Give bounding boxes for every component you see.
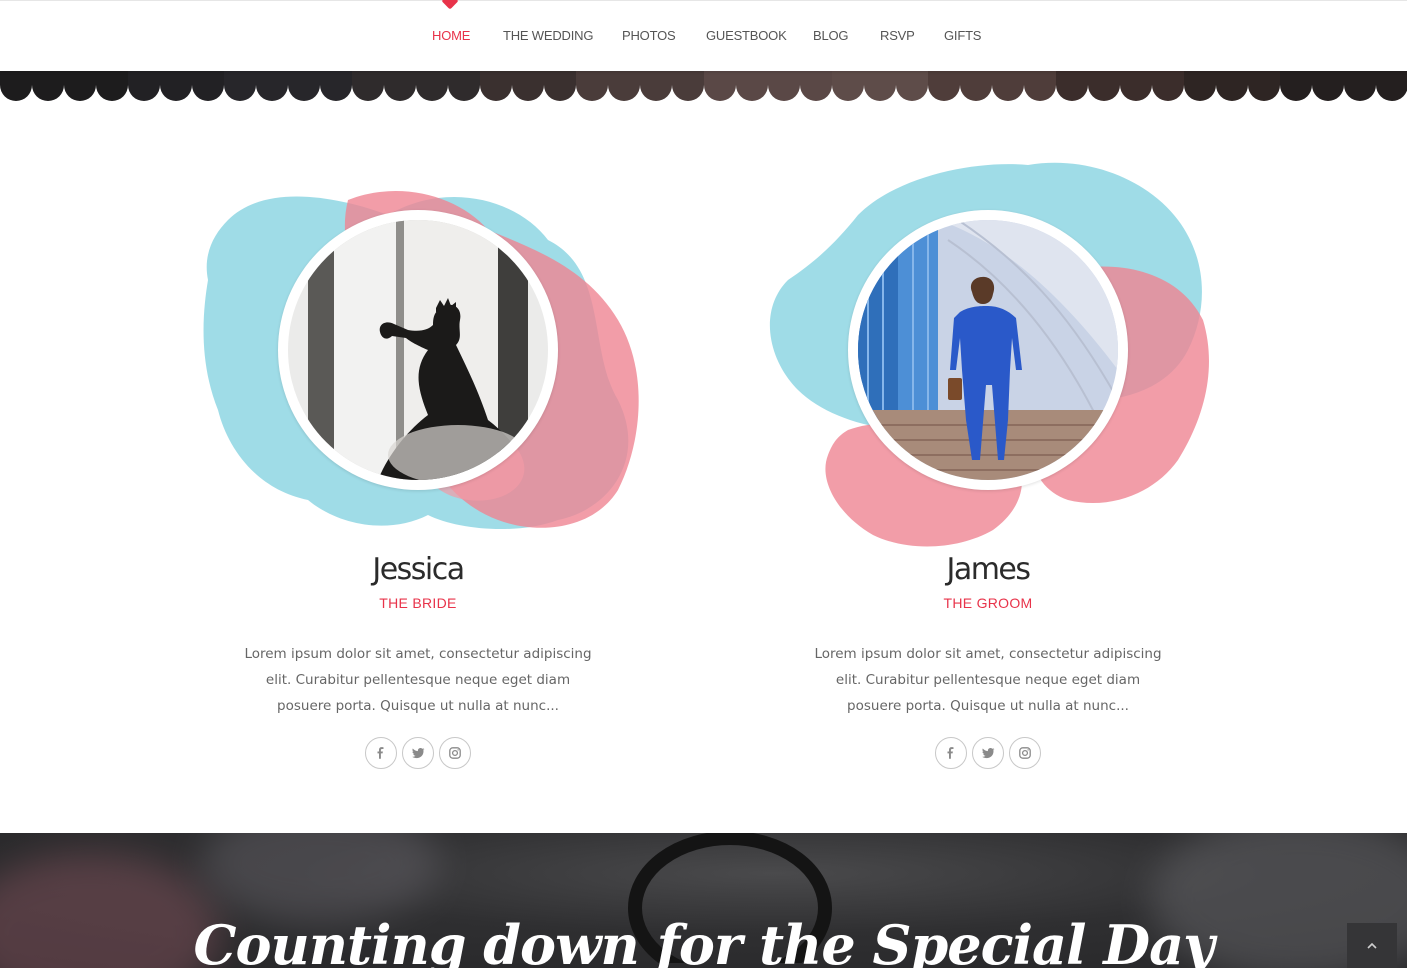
bride-photo-frame: [278, 210, 558, 490]
bride-social-links: [188, 737, 648, 769]
nav-photos[interactable]: PHOTOS: [622, 28, 676, 43]
nav-the-wedding[interactable]: THE WEDDING: [503, 28, 593, 43]
twitter-icon: [411, 747, 424, 759]
nav-guestbook[interactable]: GUESTBOOK: [706, 28, 787, 43]
twitter-button[interactable]: [402, 737, 434, 769]
main-menu: HOME THE WEDDING PHOTOS GUESTBOOK BLOG R…: [0, 1, 1407, 72]
nav-blog[interactable]: BLOG: [813, 28, 849, 43]
countdown-section: Counting down for the Special Day: [0, 833, 1407, 968]
bride-role: THE BRIDE: [379, 595, 457, 611]
twitter-button[interactable]: [972, 737, 1004, 769]
bride-name: Jessica: [372, 552, 465, 587]
main-navbar: HOME THE WEDDING PHOTOS GUESTBOOK BLOG R…: [0, 0, 1407, 71]
instagram-icon: [1019, 747, 1031, 759]
groom-photo-frame: [848, 210, 1128, 490]
groom-social-links: [758, 737, 1218, 769]
chevron-up-icon: [1367, 942, 1377, 949]
nav-home[interactable]: HOME: [432, 28, 470, 43]
facebook-button[interactable]: [935, 737, 967, 769]
back-to-top-button[interactable]: [1347, 923, 1397, 968]
nav-gifts[interactable]: GIFTS: [944, 28, 981, 43]
groom-name: James: [946, 552, 1031, 587]
bride-photo: [288, 220, 548, 480]
scalloped-border: [0, 71, 1407, 105]
twitter-icon: [981, 747, 994, 759]
facebook-icon: [947, 747, 954, 759]
facebook-button[interactable]: [365, 737, 397, 769]
countdown-title: Counting down for the Special Day: [193, 913, 1215, 968]
groom-bio: Lorem ipsum dolor sit amet, consectetur …: [814, 646, 1162, 714]
nav-rsvp[interactable]: RSVP: [880, 28, 915, 43]
groom-role: THE GROOM: [943, 595, 1033, 611]
facebook-icon: [377, 747, 384, 759]
bride-bio: Lorem ipsum dolor sit amet, consectetur …: [244, 646, 592, 714]
groom-photo: [858, 220, 1118, 480]
instagram-button[interactable]: [1009, 737, 1041, 769]
instagram-button[interactable]: [439, 737, 471, 769]
instagram-icon: [449, 747, 461, 759]
